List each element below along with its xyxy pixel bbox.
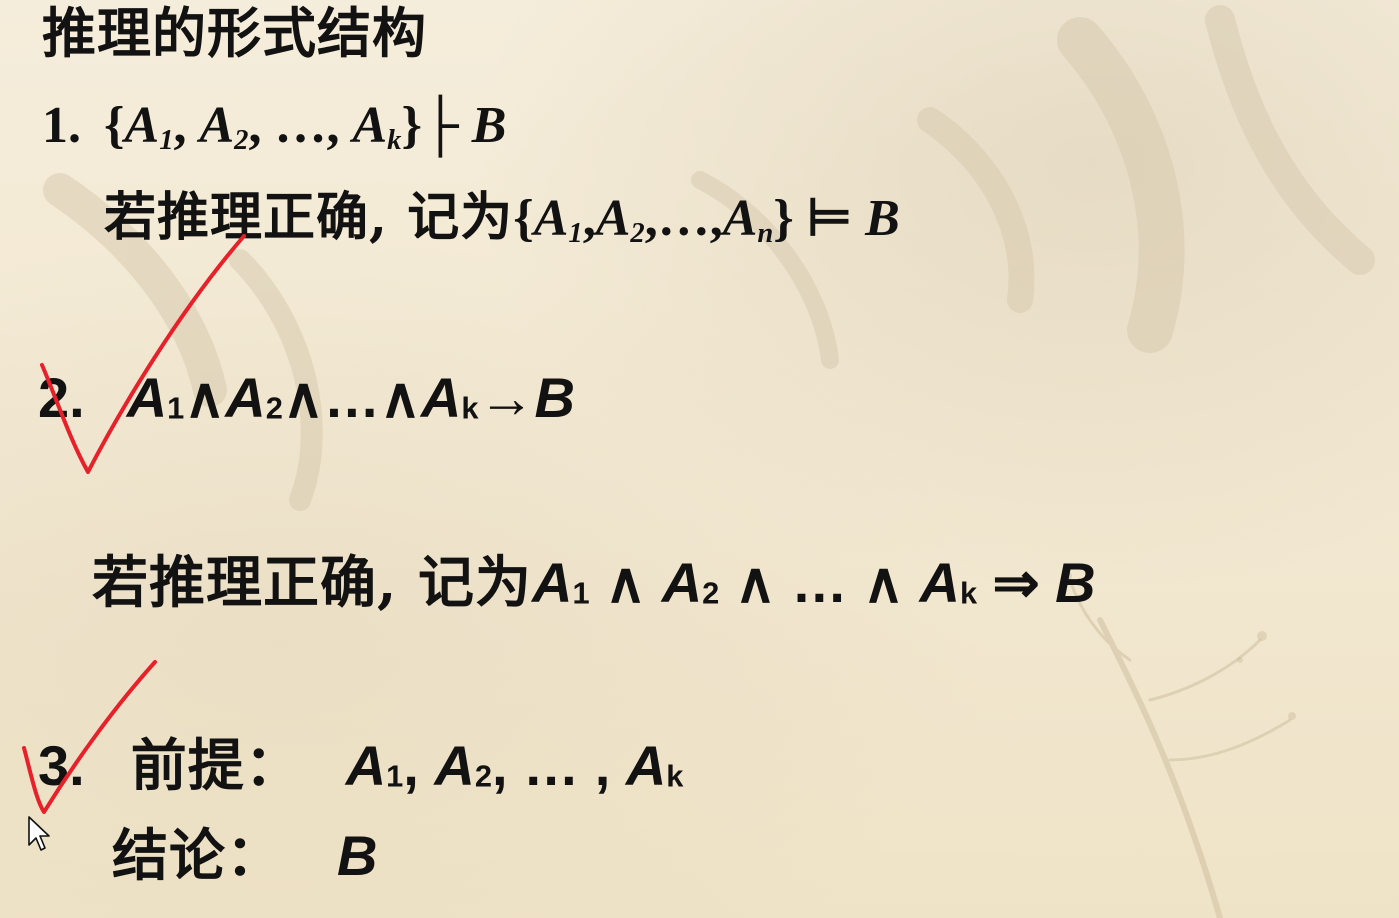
conclusion-formula: B <box>337 824 378 887</box>
item-2-number: 2. <box>38 366 85 429</box>
item-1-formula: {A1, A2, …, Ak}├ B <box>104 97 507 157</box>
premise-formula: A1, A2, … , Ak <box>345 734 684 797</box>
item-2-note-prefix: 若推理正确, 记为 <box>92 550 532 616</box>
item-2-formula: A1∧A2∧…∧Ak→B <box>126 366 575 429</box>
item-3-conclusion: 结论： B <box>112 828 377 885</box>
item-1: 1. {A1, A2, …, Ak}├ B <box>42 97 507 157</box>
item-1-note-formula: {A1,A2,…,An} ⊨ B <box>513 190 900 250</box>
item-2-note-formula: A1 ∧ A2 ∧ … ∧ Ak ⇒ B <box>532 551 1096 614</box>
item-2: 2. A1∧A2∧…∧Ak→B <box>38 370 575 427</box>
item-1-note-prefix: 若推理正确, 记为 <box>104 187 514 248</box>
conclusion-label: 结论： <box>112 823 283 889</box>
item-3-number: 3. <box>38 734 85 797</box>
item-1-note: 若推理正确, 记为{A1,A2,…,An} ⊨ B <box>104 190 900 250</box>
item-1-number: 1. <box>42 97 81 154</box>
item-3: 3. 前提： A1, A2, … , Ak <box>38 738 683 795</box>
mouse-pointer-icon <box>28 816 50 851</box>
page-title: 推理的形式结构 <box>42 6 427 60</box>
checkmark-1 <box>40 234 246 474</box>
item-2-note: 若推理正确, 记为A1 ∧ A2 ∧ … ∧ Ak ⇒ B <box>92 555 1096 612</box>
premise-label: 前提： <box>130 733 302 799</box>
title-text: 推理的形式结构 <box>42 1 427 65</box>
slide: 推理的形式结构 1. {A1, A2, …, Ak}├ B 若推理正确, 记为{… <box>0 0 1399 918</box>
